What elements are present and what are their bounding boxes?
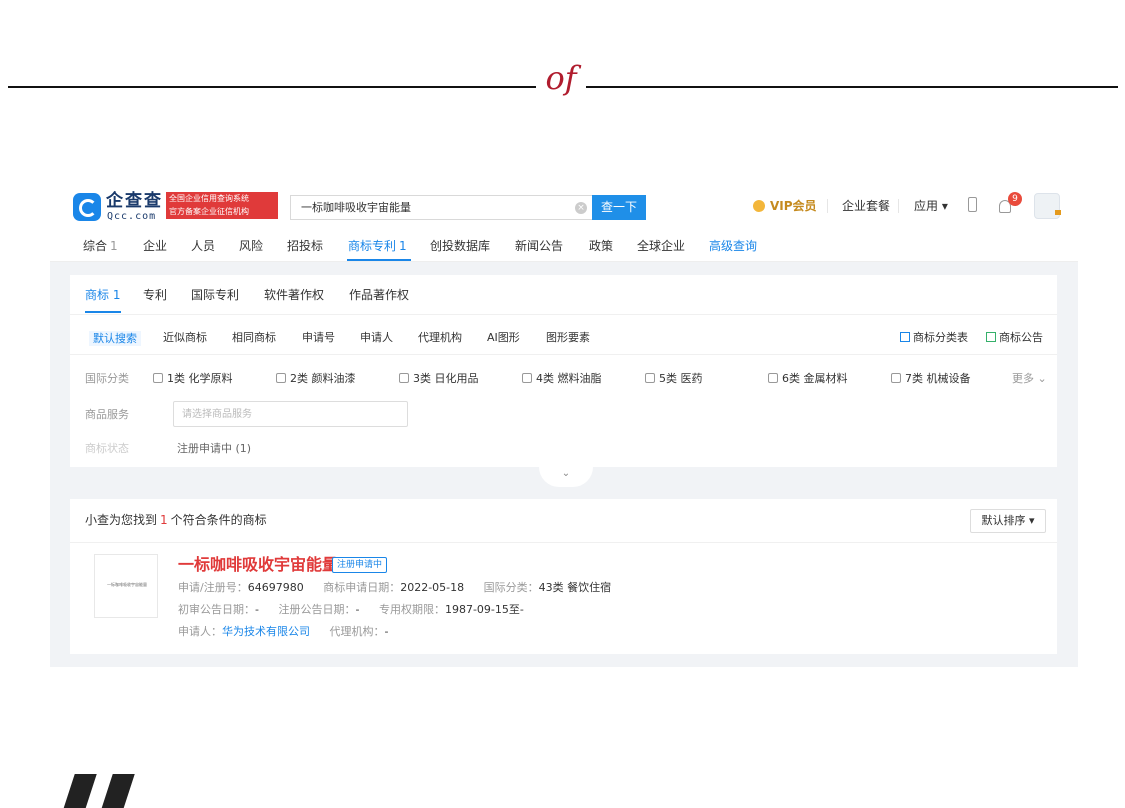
vip-link[interactable]: VIP会员 (753, 199, 817, 213)
mode-similar[interactable]: 近似商标 (163, 331, 207, 344)
avatar[interactable] (1034, 193, 1060, 219)
mode-application-no[interactable]: 申请号 (302, 331, 335, 344)
search-input-value[interactable]: 一标咖啡吸收宇宙能量 (301, 201, 411, 215)
active-subtab-indicator (85, 311, 121, 313)
status-label: 商标状态 (85, 442, 129, 455)
credit-badge-line2: 官方备案企业征信机构 (169, 207, 249, 216)
class-checkbox-3[interactable]: 3类 日化用品 (399, 372, 479, 385)
tab-policy[interactable]: 政策 (589, 239, 613, 253)
class-checkbox-7[interactable]: 7类 机械设备 (891, 372, 971, 385)
more-classes-link[interactable]: 更多 ⌄ (1012, 372, 1047, 385)
apps-menu[interactable]: 应用 ▾ (914, 199, 948, 213)
separator (827, 199, 828, 213)
tab-enterprise[interactable]: 企业 (143, 239, 167, 253)
top-bar: 企查查 Qcc.com 全国企业信用查询系统 官方备案企业征信机构 一标咖啡吸收… (50, 181, 1078, 233)
divider (70, 314, 1057, 315)
chevron-down-icon: ⌄ (561, 468, 571, 479)
subtab-patent[interactable]: 专利 (143, 288, 167, 302)
checkbox-icon (768, 373, 778, 383)
notification-badge: 9 (1008, 192, 1022, 206)
tab-advanced-search[interactable]: 高级查询 (709, 239, 757, 253)
tab-trademark-patent[interactable]: 商标专利 1 (348, 239, 407, 253)
category-tabs: 综合 1 企业 人员 风险 招投标 商标专利 1 创投数据库 新闻公告 政策 全球企… (50, 233, 1078, 262)
intl-class-label: 国际分类 (85, 372, 129, 385)
mode-default-search[interactable]: 默认搜索 (89, 331, 141, 346)
class-checkbox-2[interactable]: 2类 颜料油漆 (276, 372, 356, 385)
search-button[interactable]: 查一下 (592, 195, 646, 220)
trademark-notice-link[interactable]: 商标公告 (986, 331, 1043, 344)
status-badge: 注册申请中 (332, 557, 388, 573)
checkbox-icon (276, 373, 286, 383)
subtab-work-copyright[interactable]: 作品著作权 (349, 288, 409, 302)
tab-bidding[interactable]: 招投标 (287, 239, 323, 253)
trademark-info-line-2: 初审公告日期：- 注册公告日期：- 专用权期限：1987-09-15至- (178, 603, 524, 616)
divider (70, 542, 1057, 543)
checkbox-icon (522, 373, 532, 383)
tab-venture-db[interactable]: 创投数据库 (430, 239, 490, 253)
notice-icon (986, 332, 996, 342)
table-icon (900, 332, 910, 342)
screenshot-frame: 企查查 Qcc.com 全国企业信用查询系统 官方备案企业征信机构 一标咖啡吸收… (50, 181, 1078, 667)
qcc-logo-icon[interactable] (73, 193, 101, 221)
trademark-info-line-1: 申请/注册号：64697980 商标申请日期：2022-05-18 国际分类：4… (178, 581, 612, 594)
results-panel: 小查为您找到 1 个符合条件的商标 默认排序 ▾ 一标咖啡吸收宇宙能量 一标咖啡吸收… (70, 499, 1057, 654)
class-checkbox-4[interactable]: 4类 燃料油脂 (522, 372, 602, 385)
tab-people[interactable]: 人员 (191, 239, 215, 253)
chevron-down-icon: ⌄ (1037, 372, 1047, 385)
apps-label: 应用 (914, 199, 939, 213)
mode-ai-image[interactable]: AI图形 (487, 331, 520, 344)
checkbox-icon (153, 373, 163, 383)
tab-news[interactable]: 新闻公告 (515, 239, 563, 253)
tab-risk[interactable]: 风险 (239, 239, 263, 253)
subtab-intl-patent[interactable]: 国际专利 (191, 288, 239, 302)
trademark-info-line-3: 申请人：华为技术有限公司 代理机构：- (178, 625, 389, 638)
checkbox-icon (645, 373, 655, 383)
goods-service-label: 商品服务 (85, 408, 129, 421)
sort-dropdown[interactable]: 默认排序 ▾ (970, 509, 1046, 533)
trademark-title[interactable]: 一标咖啡吸收宇宙能量 (178, 555, 338, 574)
mobile-icon[interactable] (968, 197, 977, 212)
subtab-trademark[interactable]: 商标 1 (85, 288, 120, 302)
separator (898, 199, 899, 213)
tab-comprehensive[interactable]: 综合 1 (83, 239, 118, 253)
enterprise-package-link[interactable]: 企业套餐 (842, 199, 890, 213)
trademark-image-text: 一标咖啡吸收宇宙能量 (107, 582, 147, 587)
status-option[interactable]: 注册申请中 (1) (177, 442, 251, 455)
clear-icon[interactable]: × (575, 202, 587, 214)
trademark-image[interactable]: 一标咖啡吸收宇宙能量 (94, 554, 158, 618)
mode-applicant[interactable]: 申请人 (360, 331, 393, 344)
decorative-quote (55, 768, 165, 808)
applicant-link[interactable]: 华为技术有限公司 (222, 625, 310, 638)
tab-global[interactable]: 全球企业 (637, 239, 685, 253)
class-checkbox-1[interactable]: 1类 化学原料 (153, 372, 233, 385)
mode-identical[interactable]: 相同商标 (232, 331, 276, 344)
active-tab-indicator (347, 259, 411, 261)
collapse-toggle[interactable]: ⌄ (539, 467, 593, 487)
class-checkbox-5[interactable]: 5类 医药 (645, 372, 703, 385)
logo-domain: Qcc.com (107, 211, 157, 222)
divider-left (8, 86, 536, 88)
credit-badge: 全国企业信用查询系统 官方备案企业征信机构 (166, 192, 278, 219)
caret-down-icon: ▾ (941, 199, 948, 213)
mode-graphic-elements[interactable]: 图形要素 (546, 331, 590, 344)
subtab-software-copyright[interactable]: 软件著作权 (264, 288, 324, 302)
ornament-text: of (545, 59, 577, 97)
class-checkbox-6[interactable]: 6类 金属材料 (768, 372, 848, 385)
logo-text[interactable]: 企查查 (106, 191, 163, 211)
search-input[interactable]: 一标咖啡吸收宇宙能量 × (290, 195, 592, 220)
divider (70, 354, 1057, 355)
checkbox-icon (399, 373, 409, 383)
divider-right (586, 86, 1118, 88)
checkbox-icon (891, 373, 901, 383)
trademark-class-table-link[interactable]: 商标分类表 (900, 331, 968, 344)
goods-service-input[interactable]: 请选择商品服务 (173, 401, 408, 427)
vip-label: VIP会员 (770, 199, 817, 213)
mode-agency[interactable]: 代理机构 (418, 331, 462, 344)
credit-badge-line1: 全国企业信用查询系统 (169, 194, 249, 203)
vip-crown-icon (753, 200, 765, 212)
result-summary: 小查为您找到 1 个符合条件的商标 (85, 513, 267, 527)
avatar-dropdown-icon (1055, 210, 1061, 215)
filter-panel: 商标 1 专利 国际专利 软件著作权 作品著作权 默认搜索 近似商标 相同商标 … (70, 275, 1057, 467)
caret-down-icon: ▾ (1028, 514, 1035, 527)
